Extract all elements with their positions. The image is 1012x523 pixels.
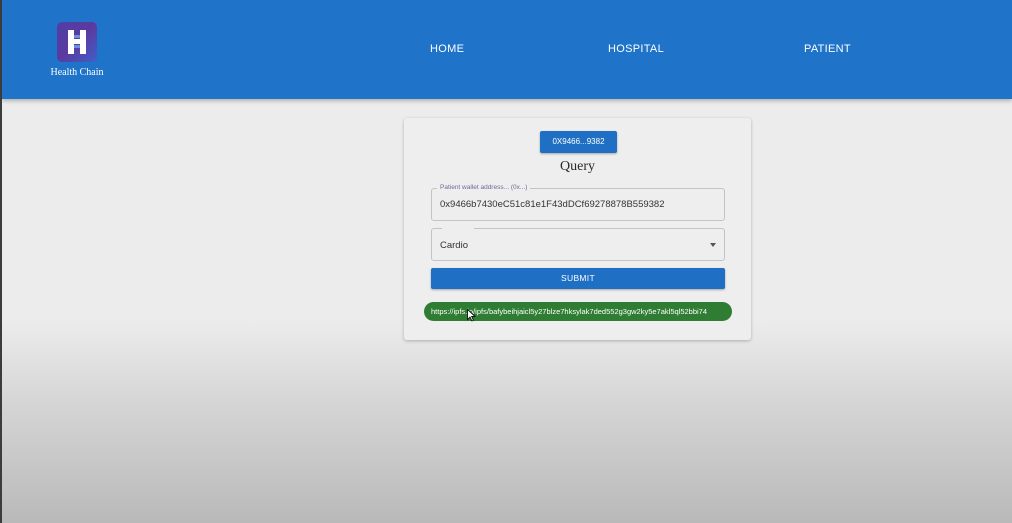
category-select[interactable]: Cardio bbox=[431, 227, 725, 261]
wallet-address-input[interactable] bbox=[440, 189, 720, 220]
wallet-address-field: Patient wallet address... (0x...) bbox=[431, 184, 725, 221]
brand-name: Health Chain bbox=[50, 67, 104, 78]
mouse-pointer-icon bbox=[467, 309, 476, 322]
wallet-account-button[interactable]: 0X9466...9382 bbox=[540, 131, 617, 153]
submit-button[interactable]: SUBMIT bbox=[431, 268, 725, 289]
nav-patient[interactable]: PATIENT bbox=[804, 43, 851, 55]
health-chain-logo-icon bbox=[57, 22, 97, 62]
category-select-value: Cardio bbox=[440, 240, 468, 251]
select-label-notch bbox=[442, 227, 474, 231]
window-edge bbox=[0, 0, 2, 523]
app-bar: Health Chain HOME HOSPITAL PATIENT bbox=[2, 0, 1012, 99]
brand-logo[interactable]: Health Chain bbox=[48, 22, 106, 78]
chevron-down-icon[interactable] bbox=[710, 243, 716, 247]
page-title: Query bbox=[560, 159, 595, 174]
nav-hospital[interactable]: HOSPITAL bbox=[608, 43, 664, 55]
nav-home[interactable]: HOME bbox=[430, 43, 464, 55]
